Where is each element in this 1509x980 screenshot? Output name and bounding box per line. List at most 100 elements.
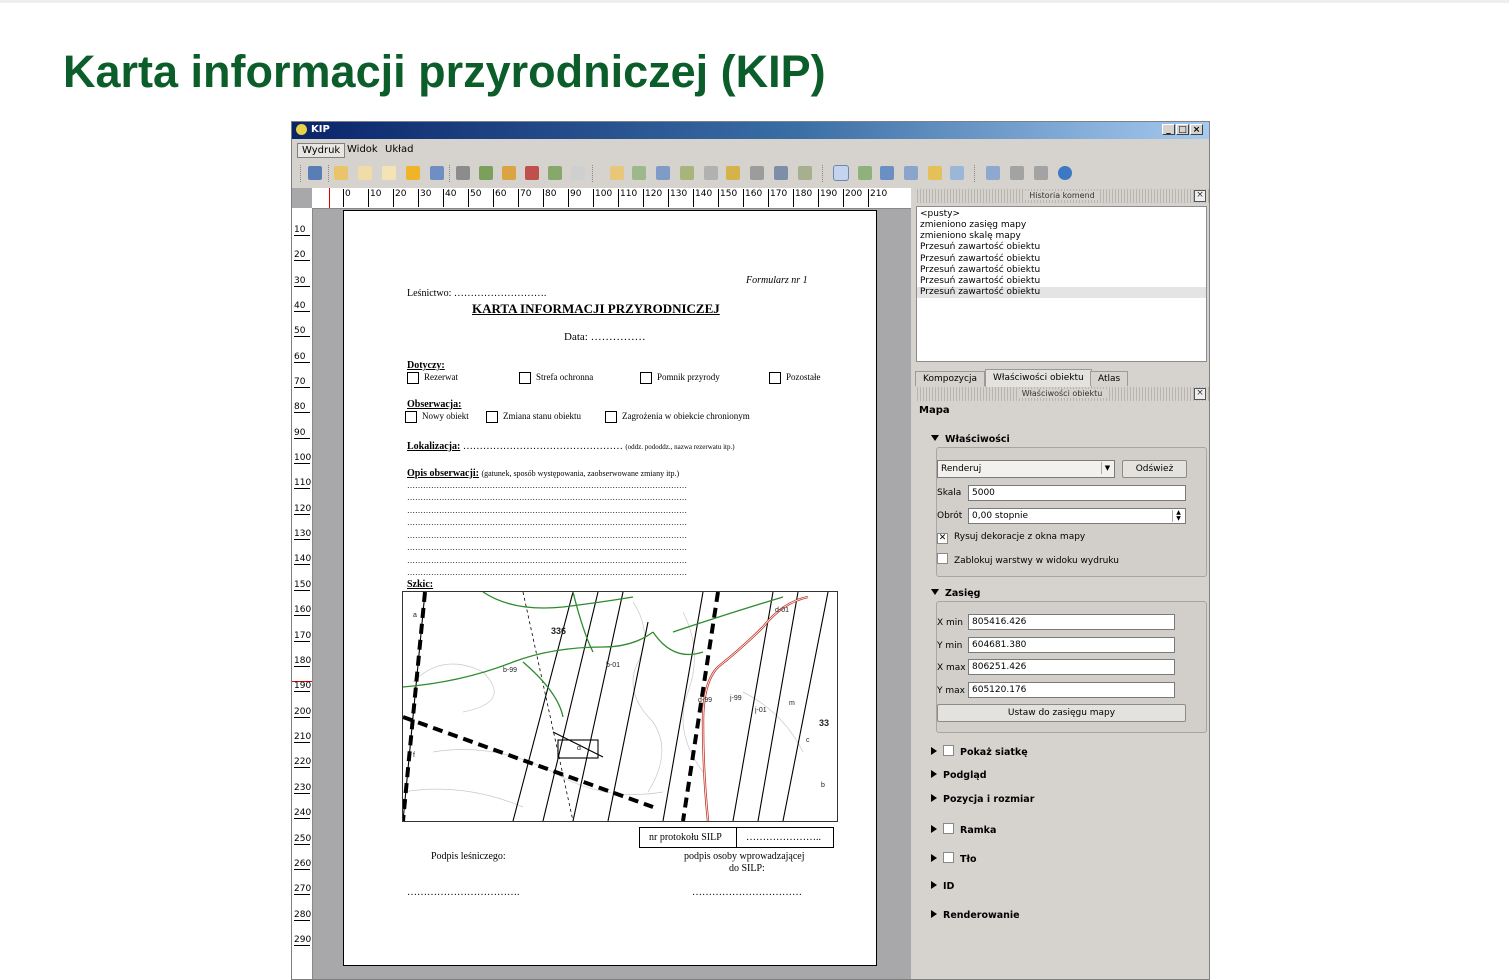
- history-item[interactable]: Przesuń zawartość obiektu: [920, 254, 1040, 265]
- spinner-icon[interactable]: ▲ ▼: [1172, 510, 1184, 522]
- close-dock-icon[interactable]: ×: [1194, 190, 1206, 202]
- add-label-icon[interactable]: [656, 166, 670, 180]
- group-icon[interactable]: [880, 166, 894, 180]
- history-list[interactable]: <pusty> zmieniono zasięg mapy zmieniono …: [916, 206, 1207, 362]
- right-panel: Historia komend × <pusty> zmieniono zasię…: [915, 188, 1209, 979]
- load-template-icon[interactable]: [406, 166, 420, 180]
- add-image-icon[interactable]: [632, 166, 646, 180]
- xmax-input[interactable]: 806251.426: [968, 659, 1175, 675]
- ymax-input[interactable]: 605120.176: [968, 682, 1175, 698]
- print-icon[interactable]: [456, 166, 470, 180]
- raise-items-icon[interactable]: [950, 166, 964, 180]
- new-composer-icon[interactable]: [334, 166, 348, 180]
- export-pdf-icon[interactable]: [525, 166, 539, 180]
- zoom-full-icon[interactable]: [986, 166, 1000, 180]
- redo-icon[interactable]: [571, 166, 585, 180]
- checkbox[interactable]: [407, 372, 419, 384]
- option-nowy[interactable]: Nowy obiekt: [405, 411, 469, 423]
- add-scalebar-icon[interactable]: [704, 166, 718, 180]
- option-zmiana[interactable]: Zmiana stanu obiektu: [486, 411, 581, 423]
- checkbox[interactable]: [943, 745, 954, 756]
- group-ramka[interactable]: Ramka: [931, 823, 996, 836]
- maximize-button[interactable]: □: [1176, 124, 1189, 135]
- tab-wlasciwosci-obiektu[interactable]: Właściwości obiektu: [985, 369, 1092, 387]
- history-item[interactable]: Przesuń zawartość obiektu: [920, 265, 1040, 276]
- undo-icon[interactable]: [548, 166, 562, 180]
- save-icon[interactable]: [308, 166, 322, 180]
- save-template-icon[interactable]: [430, 166, 444, 180]
- group-id[interactable]: ID: [931, 881, 954, 892]
- checkbox[interactable]: [519, 372, 531, 384]
- option-zagrozenia[interactable]: Zagrożenia w obiekcie chronionym: [605, 411, 750, 423]
- lock-items-icon[interactable]: [928, 166, 942, 180]
- group-renderowanie[interactable]: Renderowanie: [931, 910, 1020, 921]
- menu-widok[interactable]: Widok: [343, 143, 382, 156]
- ymin-input[interactable]: 604681.380: [968, 637, 1175, 653]
- move-content-icon[interactable]: [858, 166, 872, 180]
- zoom-out-icon[interactable]: [1034, 166, 1048, 180]
- checkbox-checked[interactable]: ✕: [937, 533, 948, 544]
- ruler-tick: 30: [418, 189, 431, 207]
- checkbox[interactable]: [943, 823, 954, 834]
- checkbox[interactable]: [640, 372, 652, 384]
- option-pomnik[interactable]: Pomnik przyrody: [640, 372, 720, 384]
- group-zasieg-header[interactable]: Zasięg: [931, 588, 980, 599]
- zablokuj-warstwy-checkbox[interactable]: Zablokuj warstwy w widoku wydruku: [937, 553, 1119, 566]
- obrot-input[interactable]: 0,00 stopnie ▲ ▼: [968, 508, 1186, 524]
- tab-atlas[interactable]: Atlas: [1090, 371, 1129, 386]
- composer-manager-icon[interactable]: [382, 166, 396, 180]
- export-image-icon[interactable]: [479, 166, 493, 180]
- add-legend-icon[interactable]: [680, 166, 694, 180]
- history-item[interactable]: <pusty>: [920, 209, 960, 220]
- history-item-selected[interactable]: Przesuń zawartość obiektu: [917, 287, 1206, 298]
- export-svg-icon[interactable]: [502, 166, 516, 180]
- layout-canvas[interactable]: 0 10 20 30 40 50 60 70 80 90 100 110 120…: [292, 188, 911, 979]
- ruler-tick: 60: [294, 352, 310, 363]
- add-html-icon[interactable]: [798, 166, 812, 180]
- add-shape-icon[interactable]: [726, 166, 740, 180]
- checkbox[interactable]: [769, 372, 781, 384]
- ruler-tick: 40: [443, 189, 456, 207]
- xmin-input[interactable]: 805416.426: [968, 614, 1175, 630]
- history-item[interactable]: zmieniono zasięg mapy: [920, 220, 1026, 231]
- option-pozostale[interactable]: Pozostałe: [769, 372, 821, 384]
- zoom-in-icon[interactable]: [1010, 166, 1024, 180]
- group-pozycja-i-rozmiar[interactable]: Pozycja i rozmiar: [931, 794, 1034, 805]
- skala-input[interactable]: 5000: [968, 485, 1186, 501]
- menu-uklad[interactable]: Układ: [381, 143, 417, 156]
- checkbox[interactable]: [486, 411, 498, 423]
- checkbox[interactable]: [405, 411, 417, 423]
- refresh-icon[interactable]: [1058, 166, 1072, 180]
- sketch-map[interactable]: a 336 b-99 b-01 d d-99 j-99 j-01 m c f b…: [402, 591, 838, 822]
- checkbox[interactable]: [943, 852, 954, 863]
- option-label: Strefa ochronna: [536, 372, 594, 383]
- duplicate-composer-icon[interactable]: [358, 166, 372, 180]
- ungroup-icon[interactable]: [904, 166, 918, 180]
- close-button[interactable]: ×: [1190, 124, 1203, 135]
- menu-wydruk[interactable]: Wydruk: [297, 143, 346, 158]
- minimize-button[interactable]: _: [1162, 124, 1175, 135]
- tab-kompozycja[interactable]: Kompozycja: [915, 371, 985, 386]
- rysuj-dekoracje-checkbox[interactable]: ✕ Rysuj dekoracje z okna mapy: [937, 532, 1085, 544]
- group-pokaz-siatke[interactable]: Pokaż siatkę: [931, 745, 1028, 758]
- checkbox[interactable]: [937, 553, 948, 564]
- group-podglad[interactable]: Podgląd: [931, 770, 987, 781]
- render-mode-select[interactable]: Renderuj ▼: [937, 460, 1115, 478]
- group-tlo[interactable]: Tło: [931, 852, 977, 865]
- checkbox[interactable]: [605, 411, 617, 423]
- group-wlasciwosci-header[interactable]: Właściwości: [931, 434, 1010, 445]
- dotted-line: ……………………………………………………………………………………………: [407, 531, 687, 540]
- set-to-map-extent-button[interactable]: Ustaw do zasięgu mapy: [937, 704, 1186, 722]
- option-strefa[interactable]: Strefa ochronna: [519, 372, 593, 384]
- history-item[interactable]: Przesuń zawartość obiektu: [920, 242, 1040, 253]
- history-item[interactable]: zmieniono skalę mapy: [920, 231, 1021, 242]
- close-dock-icon[interactable]: ×: [1194, 388, 1206, 400]
- history-item[interactable]: Przesuń zawartość obiektu: [920, 276, 1040, 287]
- refresh-button[interactable]: Odśwież: [1122, 460, 1187, 478]
- add-arrow-icon[interactable]: [750, 166, 764, 180]
- print-page[interactable]: Formularz nr 1 Leśnictwo: ………………………. KAR…: [343, 210, 877, 966]
- select-move-icon[interactable]: [833, 165, 849, 181]
- add-table-icon[interactable]: [774, 166, 788, 180]
- option-rezerwat[interactable]: Rezerwat: [407, 372, 458, 384]
- add-map-icon[interactable]: [610, 166, 624, 180]
